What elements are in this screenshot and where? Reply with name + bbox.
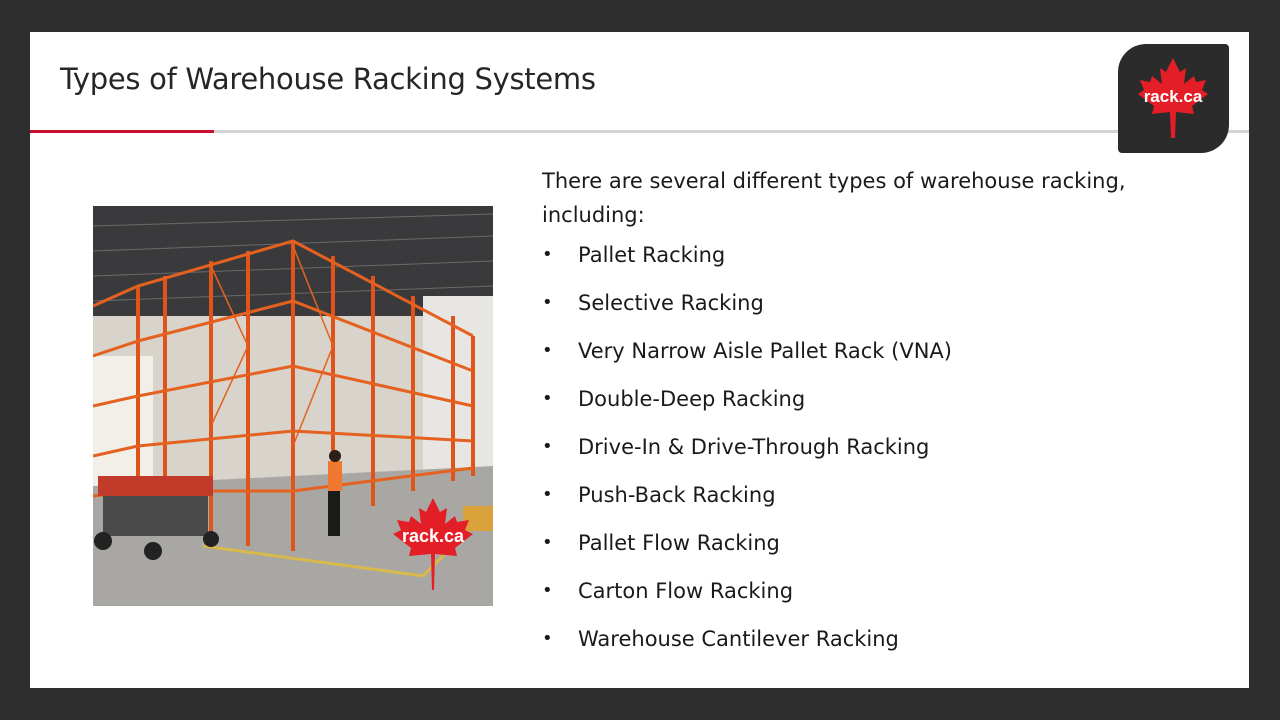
bullet-icon: • xyxy=(542,580,553,601)
list-item: • Very Narrow Aisle Pallet Rack (VNA) xyxy=(542,334,1162,382)
list-item-text: Double-Deep Racking xyxy=(578,387,806,411)
list-item: • Push-Back Racking xyxy=(542,478,1162,526)
bullet-icon: • xyxy=(542,244,553,265)
slide-title: Types of Warehouse Racking Systems xyxy=(60,62,596,96)
list-item: • Pallet Flow Racking xyxy=(542,526,1162,574)
list-item: • Drive-In & Drive-Through Racking xyxy=(542,430,1162,478)
warehouse-photo: rack.ca xyxy=(93,206,493,606)
bullet-icon: • xyxy=(542,484,553,505)
bullet-icon: • xyxy=(542,292,553,313)
list-item-text: Push-Back Racking xyxy=(578,483,776,507)
bullet-icon: • xyxy=(542,532,553,553)
slide-body: There are several different types of war… xyxy=(542,164,1162,670)
rack-ca-logo: rack.ca xyxy=(1118,44,1229,153)
list-item: • Double-Deep Racking xyxy=(542,382,1162,430)
list-item: • Warehouse Cantilever Racking xyxy=(542,622,1162,670)
bullet-icon: • xyxy=(542,436,553,457)
list-item-text: Carton Flow Racking xyxy=(578,579,794,603)
list-item: • Selective Racking xyxy=(542,286,1162,334)
list-item-text: Selective Racking xyxy=(578,291,764,315)
list-item: • Carton Flow Racking xyxy=(542,574,1162,622)
intro-text: There are several different types of war… xyxy=(542,169,1126,227)
bullet-icon: • xyxy=(542,628,553,649)
maple-leaf-icon: rack.ca xyxy=(1138,58,1208,138)
bullet-icon: • xyxy=(542,340,553,361)
list-item-text: Warehouse Cantilever Racking xyxy=(578,627,899,651)
logo-text: rack.ca xyxy=(1144,87,1203,106)
list-item-text: Drive-In & Drive-Through Racking xyxy=(578,435,930,459)
list-item-text: Pallet Racking xyxy=(578,243,726,267)
photo-watermark-text: rack.ca xyxy=(402,526,465,546)
slide: Types of Warehouse Racking Systems rack.… xyxy=(30,32,1249,688)
title-accent-bar xyxy=(30,130,214,133)
list-item: • Pallet Racking xyxy=(542,238,1162,286)
racking-types-list: • Pallet Racking • Selective Racking • Very… xyxy=(542,238,1162,670)
list-item-text: Very Narrow Aisle Pallet Rack (VNA) xyxy=(578,339,952,363)
list-item-text: Pallet Flow Racking xyxy=(578,531,780,555)
bullet-icon: • xyxy=(542,388,553,409)
